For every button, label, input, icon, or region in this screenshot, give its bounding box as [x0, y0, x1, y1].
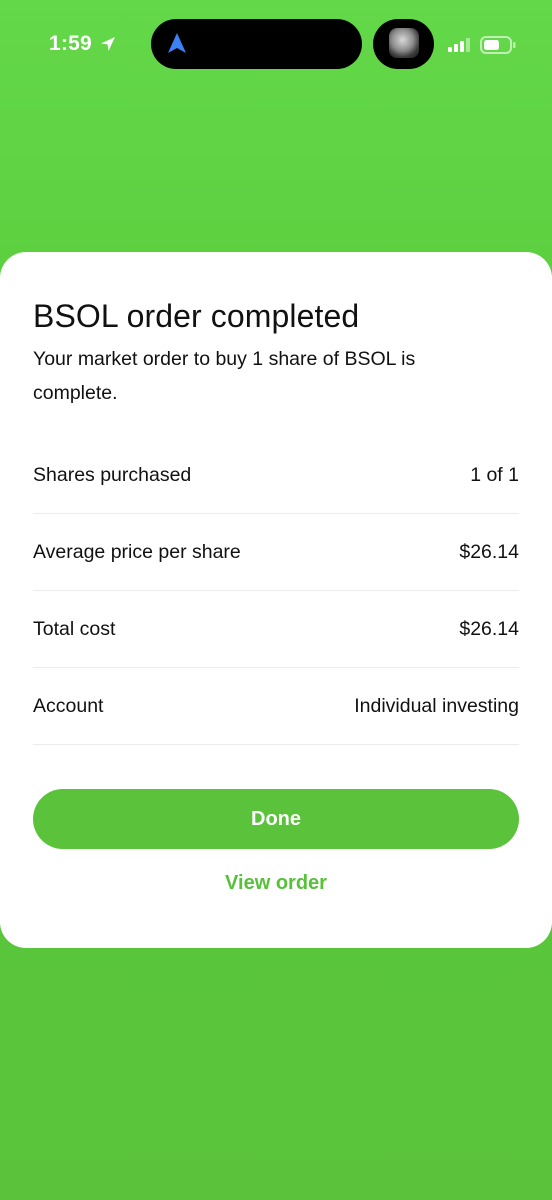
- detail-label: Shares purchased: [33, 463, 192, 486]
- detail-value: 1 of 1: [470, 463, 519, 486]
- detail-row-total-cost: Total cost $26.14: [33, 591, 519, 668]
- detail-label: Average price per share: [33, 540, 241, 563]
- detail-row-account: Account Individual investing: [33, 668, 519, 745]
- detail-value: $26.14: [459, 540, 519, 563]
- done-button[interactable]: Done: [33, 789, 519, 849]
- sheet-subtitle: Your market order to buy 1 share of BSOL…: [33, 348, 416, 404]
- location-arrow-icon: [101, 37, 115, 51]
- view-order-link[interactable]: View order: [0, 872, 552, 895]
- status-bar: 1:59: [0, 0, 552, 90]
- navigation-arrow-icon: [168, 33, 186, 53]
- signal-icon: [448, 38, 470, 52]
- battery-icon: [480, 36, 516, 54]
- detail-value: Individual investing: [354, 694, 519, 717]
- detail-row-average-price: Average price per share $26.14: [33, 514, 519, 591]
- detail-row-shares-purchased: Shares purchased 1 of 1: [33, 437, 519, 514]
- status-time: 1:59: [49, 32, 92, 55]
- detail-label: Total cost: [33, 617, 116, 640]
- order-details-list: Shares purchased 1 of 1 Average price pe…: [33, 437, 519, 745]
- sheet-title: BSOL order completed: [33, 298, 360, 334]
- order-confirmation-sheet: BSOL order completed Your market order t…: [0, 252, 552, 948]
- detail-label: Account: [33, 694, 104, 717]
- avatar: [389, 28, 419, 58]
- detail-value: $26.14: [459, 617, 519, 640]
